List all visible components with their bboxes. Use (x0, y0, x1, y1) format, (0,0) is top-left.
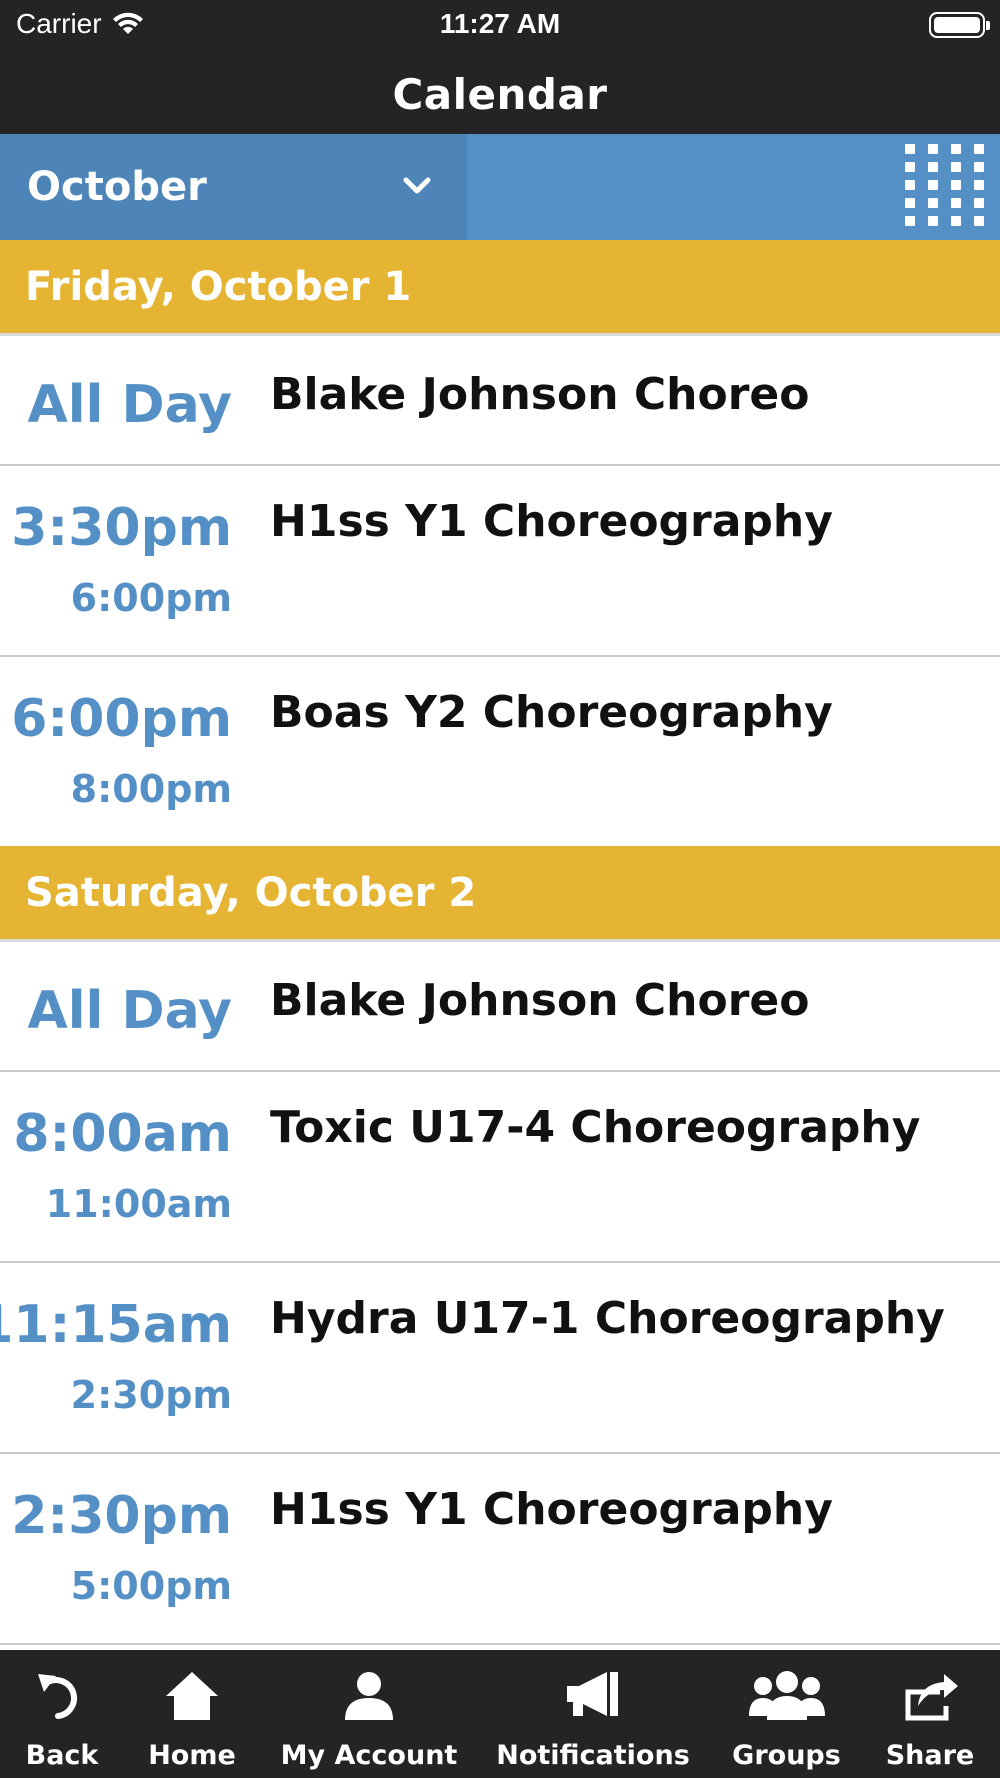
home-icon (166, 1672, 218, 1720)
event-title: Hydra U17-1 Choreography (270, 1293, 945, 1344)
event-end-time: 2:30pm (70, 1373, 232, 1417)
tab-label: Back (25, 1740, 99, 1771)
month-bar: October (0, 134, 1000, 240)
tab-label: Share (885, 1740, 975, 1771)
tab-groups[interactable]: Groups (728, 1650, 845, 1778)
event-row[interactable]: 8:00am 11:00am Toxic U17-4 Choreography (0, 1072, 1000, 1263)
event-row[interactable]: 6:00pm 8:00pm Boas Y2 Choreography (0, 657, 1000, 846)
event-end-time: 6:00pm (70, 576, 232, 620)
event-start-time: 6:00pm (11, 689, 232, 749)
event-row[interactable]: 11:15am 2:30pm Hydra U17-1 Choreography (0, 1263, 1000, 1454)
month-dropdown[interactable]: October (0, 134, 467, 240)
day-header: Saturday, October 2 (0, 846, 1000, 942)
tab-label: Groups (732, 1740, 841, 1771)
event-start-time: 8:00am (13, 1104, 232, 1164)
back-arrow-icon (38, 1674, 77, 1719)
page-title: Calendar (392, 70, 608, 119)
event-end-time: 8:00pm (70, 767, 232, 811)
event-start-time: 11:15am (0, 1295, 232, 1355)
tab-label: My Account (280, 1740, 458, 1771)
event-title: Blake Johnson Choreo (270, 975, 810, 1026)
event-title: H1ss Y1 Choreography (270, 1484, 833, 1535)
event-title: H1ss Y1 Choreography (270, 496, 833, 547)
tab-label: Notifications (496, 1740, 690, 1771)
tab-back[interactable]: Back (12, 1650, 112, 1778)
month-label: October (27, 164, 207, 210)
grid-view-icon[interactable] (905, 144, 985, 228)
tab-share[interactable]: Share (880, 1650, 980, 1778)
person-icon (345, 1672, 393, 1720)
bottom-tab-bar: Back Home My Account Notifications Group… (0, 1650, 1000, 1778)
event-end-time: 5:00pm (70, 1564, 232, 1608)
event-row[interactable]: 3:30pm 6:00pm H1ss Y1 Choreography (0, 466, 1000, 657)
tab-notifications[interactable]: Notifications (496, 1650, 690, 1778)
megaphone-icon (567, 1672, 618, 1716)
event-row[interactable]: All Day Blake Johnson Choreo (0, 339, 1000, 466)
event-row[interactable]: 2:30pm 5:00pm H1ss Y1 Choreography (0, 1454, 1000, 1645)
event-end-time: 11:00am (45, 1182, 232, 1226)
event-start-time: 2:30pm (11, 1486, 232, 1546)
tab-my-account[interactable]: My Account (281, 1650, 457, 1778)
tab-home[interactable]: Home (142, 1650, 242, 1778)
event-title: Blake Johnson Choreo (270, 369, 810, 420)
status-time: 11:27 AM (439, 8, 561, 39)
chevron-down-icon (403, 177, 431, 194)
battery-icon (929, 12, 990, 38)
share-icon (905, 1674, 958, 1721)
top-bar: Carrier 11:27 AM Calendar (0, 0, 1000, 134)
group-icon (748, 1671, 825, 1720)
event-row[interactable]: All Day Blake Johnson Choreo (0, 945, 1000, 1072)
event-start-time: All Day (27, 981, 232, 1041)
day-header: Friday, October 1 (0, 240, 1000, 336)
event-title: Boas Y2 Choreography (270, 687, 833, 738)
tab-label: Home (148, 1740, 236, 1771)
event-start-time: All Day (27, 375, 232, 435)
event-title: Toxic U17-4 Choreography (270, 1102, 921, 1153)
event-start-time: 3:30pm (11, 498, 232, 558)
